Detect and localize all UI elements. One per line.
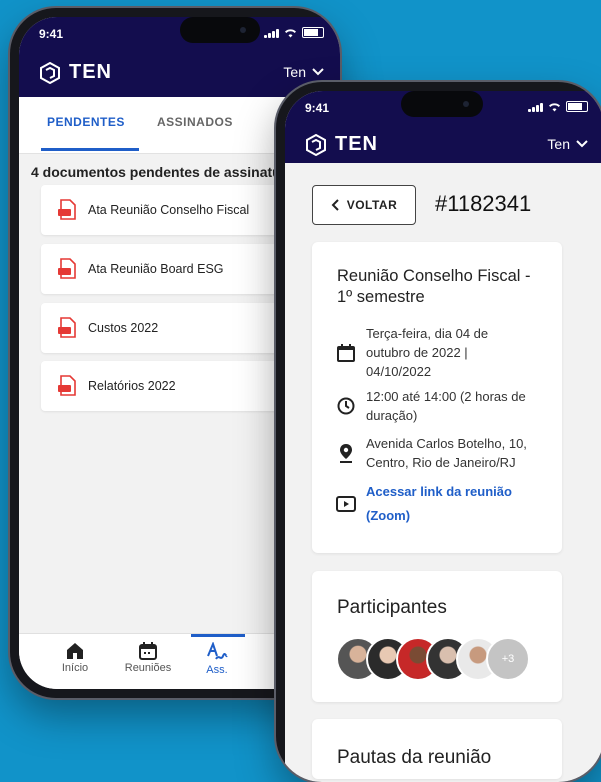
meeting-id: #1182341 bbox=[435, 191, 532, 216]
document-title: Ata Reunião Board ESG bbox=[88, 262, 224, 276]
chevron-down-icon bbox=[576, 140, 588, 148]
time-line: duração) bbox=[366, 408, 418, 423]
location-pin-icon bbox=[340, 444, 352, 463]
nav-reunioes[interactable]: Reuniões bbox=[118, 642, 178, 674]
agenda-heading: Pautas da reunião bbox=[337, 747, 492, 768]
meeting-title: Reunião Conselho Fiscal - 1º semestre bbox=[337, 267, 531, 306]
home-icon bbox=[67, 643, 83, 659]
battery-icon bbox=[566, 101, 588, 112]
nav-active-indicator bbox=[191, 634, 245, 637]
date-line: outubro de 2022 | bbox=[366, 345, 468, 360]
user-name: Ten bbox=[547, 136, 570, 152]
more-participants-badge: +3 bbox=[486, 637, 530, 681]
phone-notch bbox=[180, 17, 260, 43]
wifi-icon bbox=[549, 102, 560, 111]
calendar-icon bbox=[139, 642, 157, 660]
time-line: 12:00 até 14:00 (2 horas de bbox=[366, 389, 526, 404]
document-title: Ata Reunião Conselho Fiscal bbox=[88, 203, 250, 217]
signature-icon bbox=[207, 642, 228, 660]
tab-assinados[interactable]: ASSINADOS bbox=[157, 115, 233, 129]
signal-icon bbox=[528, 102, 543, 112]
video-icon bbox=[336, 496, 356, 512]
signal-icon bbox=[264, 28, 279, 38]
phone-meeting: 9:41 TEN Ten VOLTAR #1182341 Reunião Con… bbox=[276, 82, 601, 782]
brand-name: TEN bbox=[69, 61, 112, 83]
nav-label: Ass. bbox=[206, 664, 228, 676]
back-button[interactable]: VOLTAR bbox=[312, 185, 416, 225]
location-line: Centro, Rio de Janeiro/RJ bbox=[366, 455, 516, 470]
pending-count-title: 4 documentos pendentes de assinatura bbox=[31, 164, 294, 180]
pdf-file-icon bbox=[58, 317, 76, 338]
status-time: 9:41 bbox=[305, 101, 330, 115]
pdf-file-icon bbox=[58, 199, 76, 220]
pdf-file-icon bbox=[58, 258, 76, 279]
link-line: Acessar link da reunião bbox=[366, 484, 512, 499]
location-line: Avenida Carlos Botelho, 10, bbox=[366, 436, 527, 451]
battery-icon bbox=[302, 27, 324, 38]
calendar-icon bbox=[337, 343, 355, 362]
ten-logo-icon bbox=[40, 61, 60, 84]
meeting-time: 12:00 até 14:00 (2 horas de duração) bbox=[336, 387, 546, 425]
nav-label: Reuniões bbox=[124, 662, 172, 674]
brand-name: TEN bbox=[335, 133, 378, 155]
ten-logo: TEN bbox=[305, 133, 378, 156]
nav-inicio[interactable]: Início bbox=[45, 642, 105, 674]
phone-notch bbox=[401, 91, 483, 117]
date-line: Terça-feira, dia 04 de bbox=[366, 326, 489, 341]
document-title: Custos 2022 bbox=[88, 321, 159, 335]
ten-logo-icon bbox=[306, 133, 326, 156]
user-menu[interactable]: Ten bbox=[547, 136, 588, 152]
user-name: Ten bbox=[283, 64, 306, 80]
active-tab-indicator bbox=[41, 148, 139, 151]
nav-label: Início bbox=[61, 662, 89, 674]
meeting-link[interactable]: Acessar link da reunião (Zoom) bbox=[336, 480, 546, 528]
wifi-icon bbox=[285, 28, 296, 37]
user-menu[interactable]: Ten bbox=[283, 64, 324, 80]
chevron-down-icon bbox=[312, 68, 324, 76]
agenda-card: Pautas da reunião bbox=[312, 719, 562, 779]
back-label: VOLTAR bbox=[346, 198, 398, 212]
status-time: 9:41 bbox=[39, 27, 64, 41]
document-title: Relatórios 2022 bbox=[88, 379, 176, 393]
meeting-location: Avenida Carlos Botelho, 10, Centro, Rio … bbox=[336, 434, 546, 472]
meeting-date: Terça-feira, dia 04 de outubro de 2022 |… bbox=[336, 324, 546, 381]
link-line: (Zoom) bbox=[366, 508, 411, 523]
clock-icon bbox=[337, 397, 355, 415]
participants-card: Participantes +3 bbox=[312, 571, 562, 702]
ten-logo: TEN bbox=[39, 61, 112, 84]
participants-heading: Participantes bbox=[337, 597, 447, 618]
date-line: 04/10/2022 bbox=[366, 364, 432, 379]
meeting-info-card: Reunião Conselho Fiscal - 1º semestre Te… bbox=[312, 242, 562, 553]
pdf-file-icon bbox=[58, 375, 76, 396]
chevron-left-icon bbox=[331, 199, 339, 211]
meeting-screen: 9:41 TEN Ten VOLTAR #1182341 Reunião Con… bbox=[285, 91, 601, 782]
tab-pendentes[interactable]: PENDENTES bbox=[47, 115, 125, 129]
nav-assinaturas[interactable]: Ass. bbox=[187, 642, 247, 676]
